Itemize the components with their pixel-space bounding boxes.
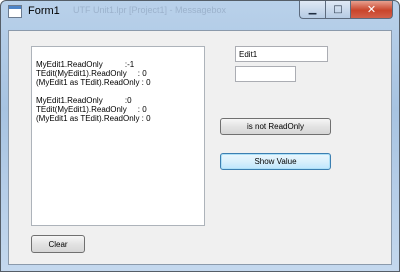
close-icon: ✕: [366, 3, 377, 16]
maximize-icon: □: [333, 4, 343, 15]
memo-line: (MyEdit1 as TEdit).ReadOnly : 0: [36, 114, 151, 123]
close-button[interactable]: ✕: [350, 1, 393, 19]
background-window-title: UTF Unit1.lpr [Project1] - Messagebox: [73, 5, 227, 15]
memo-line: MyEdit1.ReadOnly :0: [36, 96, 132, 105]
minimize-button[interactable]: ▁: [299, 1, 325, 19]
readonly-toggle-button[interactable]: is not ReadOnly: [220, 118, 331, 135]
memo-line: MyEdit1.ReadOnly :-1: [36, 60, 135, 69]
memo-line: TEdit(MyEdit1).ReadOnly : 0: [36, 69, 147, 78]
app-icon[interactable]: [8, 5, 22, 18]
clear-label: Clear: [48, 239, 68, 249]
memo-output[interactable]: MyEdit1.ReadOnly :-1 TEdit(MyEdit1).Read…: [31, 46, 205, 226]
caption-buttons: ▁ □ ✕: [299, 1, 393, 19]
memo-line: [36, 87, 204, 96]
form1-window: Form1 UTF Unit1.lpr [Project1] - Message…: [0, 0, 400, 272]
minimize-icon: ▁: [308, 4, 317, 15]
maximize-button[interactable]: □: [325, 1, 350, 19]
memo-line: TEdit(MyEdit1).ReadOnly : 0: [36, 105, 147, 114]
title-bar[interactable]: Form1 UTF Unit1.lpr [Project1] - Message…: [1, 1, 399, 23]
memo-line: (MyEdit1 as TEdit).ReadOnly : 0: [36, 78, 151, 87]
edit2-field[interactable]: [235, 66, 296, 82]
window-title: Form1: [28, 5, 60, 17]
form-client-area: MyEdit1.ReadOnly :-1 TEdit(MyEdit1).Read…: [8, 30, 392, 265]
show-value-button[interactable]: Show Value: [220, 153, 331, 170]
show-value-label: Show Value: [254, 157, 297, 166]
readonly-toggle-label: is not ReadOnly: [247, 122, 304, 131]
edit1-field[interactable]: Edit1: [235, 46, 328, 62]
clear-button[interactable]: Clear: [31, 235, 85, 253]
